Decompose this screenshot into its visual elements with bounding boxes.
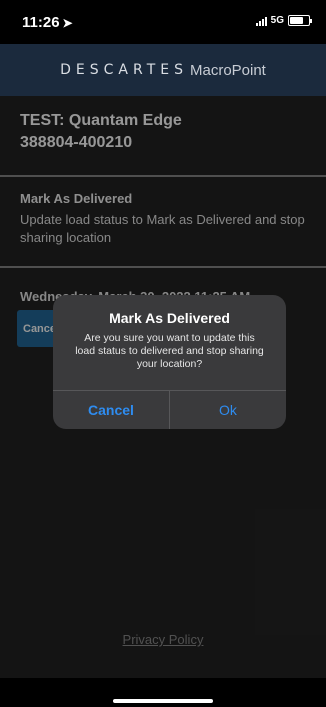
status-indicators: 5G (255, 15, 312, 26)
dialog-ok-button[interactable]: Ok (170, 391, 286, 429)
home-indicator[interactable] (113, 699, 213, 703)
brand-logo-name: DESCARTES (60, 62, 188, 78)
status-bar: 11:26 ➤ 5G (0, 0, 326, 44)
location-arrow-icon: ➤ (62, 16, 73, 30)
brand-logo-product: MacroPoint (189, 61, 266, 79)
dialog-cancel-button[interactable]: Cancel (53, 391, 169, 429)
brand-header: DESCARTES MacroPoint (0, 44, 326, 96)
dialog-title: Mark As Delivered (109, 310, 230, 326)
clock-time: 11:26 (22, 14, 60, 31)
battery-icon (288, 15, 312, 26)
network-label: 5G (270, 15, 284, 26)
dialog-message: Are you sure you want to update this loa… (75, 332, 264, 370)
status-time: 11:26 ➤ (22, 14, 73, 31)
confirm-dialog: Mark As Delivered Are you sure you want … (53, 295, 286, 429)
signal-icon (255, 16, 267, 26)
